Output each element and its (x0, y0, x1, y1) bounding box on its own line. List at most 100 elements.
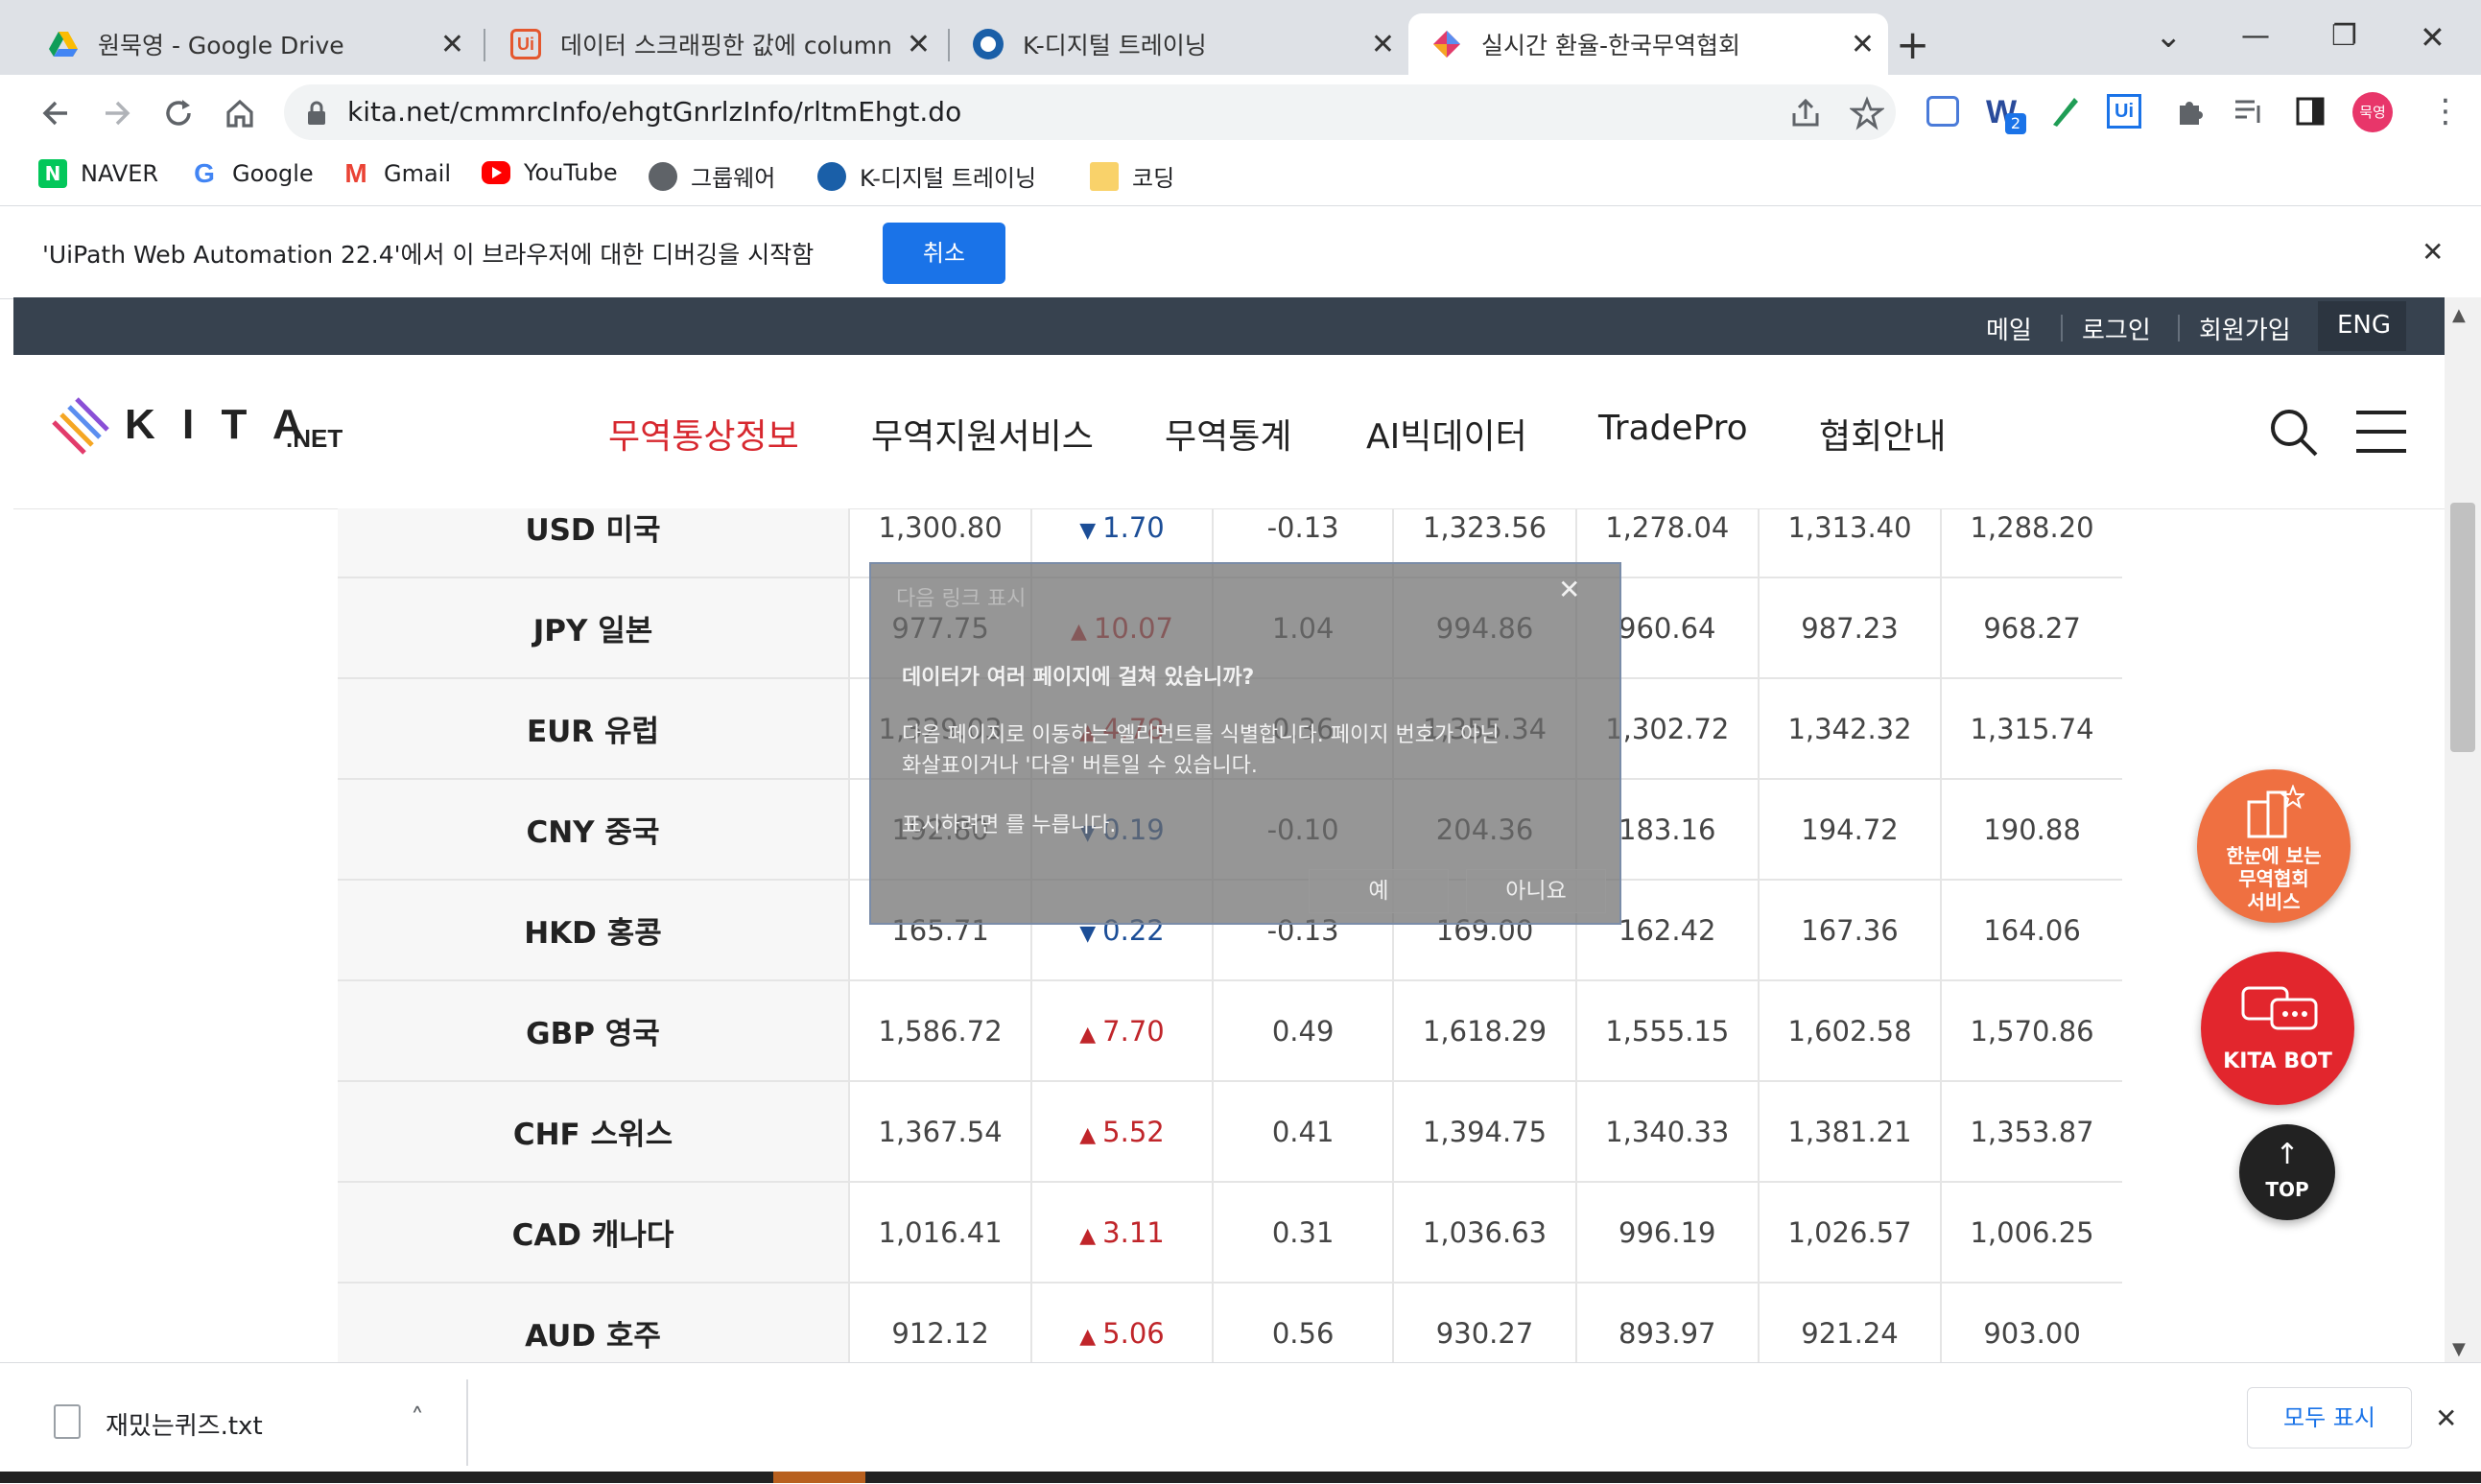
minimize-button[interactable]: — (2241, 19, 2270, 53)
taskbar-edge (0, 1472, 2481, 1483)
url-text[interactable]: kita.net/cmmrcInfo/ehgtGnrlzInfo/rltmEhg… (347, 96, 961, 128)
currency-cell: CAD 캐나다 (338, 1182, 849, 1284)
bookmark-naver[interactable]: N NAVER (38, 159, 158, 188)
dialog-body-line2: 화살표이거나 '다음' 버튼일 수 있습니다. (902, 754, 1258, 778)
chevron-up-icon[interactable]: ˄ (411, 1402, 424, 1434)
k-digital-icon (817, 161, 846, 191)
home-icon[interactable] (221, 94, 259, 132)
transfer-send-cell: 987.23 (1757, 577, 1942, 679)
triangle-down-icon: ▼ (1079, 921, 1103, 946)
change-cell: ▲ 5.52 (1030, 1081, 1213, 1183)
forward-icon[interactable] (98, 94, 136, 132)
bookmark-star-icon[interactable] (1850, 96, 1884, 130)
reading-list-icon[interactable] (2232, 96, 2266, 127)
new-tab-button[interactable]: + (1896, 21, 1929, 68)
kita-logo[interactable]: K I T A .NET (50, 393, 366, 460)
bookmark-youtube[interactable]: YouTube (482, 159, 618, 186)
scrollbar-thumb[interactable] (2450, 503, 2475, 752)
transfer-receive-cell: 968.27 (1940, 577, 2122, 679)
tab-separator (948, 29, 950, 61)
menu-ai-bigdata[interactable]: AI빅데이터 (1366, 409, 1527, 459)
window-close-button[interactable]: ✕ (2420, 19, 2446, 56)
util-login-link[interactable]: 로그인 (2082, 311, 2151, 346)
triangle-up-icon: ▲ (1079, 1324, 1103, 1349)
transfer-send-cell: 1,381.21 (1757, 1081, 1942, 1183)
bookmark-groupware[interactable]: 그룹웨어 (649, 159, 775, 193)
base-rate-cell: 1,367.54 (847, 1081, 1032, 1183)
building-star-icon (2247, 785, 2304, 838)
uipath-extension-icon[interactable]: Ui (2107, 94, 2141, 129)
close-download-bar-icon[interactable]: ✕ (2435, 1402, 2457, 1434)
currency-cell: HKD 홍콩 (338, 880, 849, 981)
search-icon[interactable] (2268, 407, 2320, 459)
transfer-receive-cell: 1,006.25 (1940, 1182, 2122, 1284)
google-drive-icon (49, 32, 78, 57)
restore-button[interactable]: ❐ (2331, 19, 2357, 53)
change-cell: ▲ 3.11 (1030, 1182, 1213, 1284)
puzzle-icon[interactable] (2172, 94, 2207, 129)
triangle-up-icon: ▲ (1079, 1223, 1103, 1248)
util-join-link[interactable]: 회원가입 (2199, 311, 2291, 346)
kita-logo-icon (52, 397, 109, 455)
side-panel-icon[interactable] (2295, 96, 2326, 127)
divider (2061, 315, 2063, 342)
triangle-down-icon: ▼ (1079, 518, 1103, 543)
tab-data-scraping[interactable]: Ui 데이터 스크래핑한 값에 column ✕ (487, 13, 944, 75)
kita-bot-button[interactable]: KITA BOT (2201, 952, 2354, 1105)
scroll-top-button[interactable]: ↑ TOP (2239, 1124, 2335, 1220)
close-icon[interactable]: ✕ (440, 28, 464, 61)
menu-trade-info[interactable]: 무역통상정보 (608, 409, 799, 459)
tab-search-button[interactable]: ⌄ (2155, 17, 2183, 56)
close-icon[interactable]: ✕ (1371, 28, 1395, 61)
util-eng-link[interactable]: ENG (2337, 311, 2391, 340)
base-rate-cell: 912.12 (847, 1283, 1032, 1362)
dialog-close-icon[interactable]: ✕ (1558, 574, 1580, 605)
dialog-yes-button[interactable]: 예 (1309, 869, 1449, 913)
cancel-debug-button[interactable]: 취소 (883, 223, 1005, 284)
menu-kebab-icon[interactable]: ⋮ (2429, 92, 2462, 130)
bookmark-folder-coding[interactable]: 코딩 (1090, 159, 1174, 193)
tab-k-digital[interactable]: K-디지털 트레이닝 ✕ (952, 13, 1408, 75)
bookmark-k-digital[interactable]: K-디지털 트레이닝 (817, 159, 1036, 193)
reload-icon[interactable] (159, 94, 198, 132)
util-mail-link[interactable]: 메일 (1986, 311, 2032, 346)
hamburger-menu-icon[interactable] (2354, 409, 2408, 455)
currency-cell: CHF 스위스 (338, 1081, 849, 1183)
change-cell: ▲ 5.06 (1030, 1283, 1213, 1362)
close-icon[interactable]: ✕ (1851, 28, 1875, 61)
share-icon[interactable] (1788, 96, 1823, 130)
currency-cell: USD 미국 (338, 508, 849, 578)
tab-title: 실시간 환율-한국무역협회 (1481, 32, 1740, 59)
chat-bubble-icon (2241, 986, 2318, 1030)
menu-tradepro[interactable]: TradePro (1598, 409, 1748, 448)
top-label: TOP (2265, 1178, 2309, 1201)
scroll-up-arrow[interactable]: ▲ (2452, 305, 2466, 325)
naver-icon: N (38, 159, 67, 188)
extension-icon[interactable] (1926, 96, 1959, 127)
pen-extension-icon[interactable] (2047, 94, 2082, 129)
tab-kita-exchange[interactable]: 실시간 환율-한국무역협회 ✕ (1408, 13, 1888, 75)
transfer-receive-cell: 1,315.74 (1940, 678, 2122, 780)
lock-icon[interactable] (305, 100, 328, 127)
menu-support-service[interactable]: 무역지원서비스 (871, 409, 1094, 459)
page-scrollbar[interactable] (2445, 297, 2481, 1362)
tab-google-drive[interactable]: 원묵영 - Google Drive ✕ (13, 13, 478, 75)
close-infobar-icon[interactable]: ✕ (2422, 236, 2444, 268)
dialog-body-line3: 표시하려면 를 누릅니다. (902, 813, 1117, 837)
back-icon[interactable] (36, 94, 75, 132)
tab-separator (484, 29, 485, 61)
bookmark-label: Gmail (384, 160, 452, 187)
service-overview-button[interactable]: 한눈에 보는 무역협회 서비스 (2197, 769, 2351, 923)
show-all-downloads-button[interactable]: 모두 표시 (2247, 1387, 2412, 1449)
bookmark-gmail[interactable]: M Gmail (342, 159, 451, 188)
close-icon[interactable]: ✕ (907, 28, 931, 61)
dialog-no-button[interactable]: 아니요 (1466, 869, 1606, 913)
menu-trade-stats[interactable]: 무역통계 (1165, 409, 1291, 459)
scroll-down-arrow[interactable]: ▼ (2452, 1339, 2466, 1359)
bookmark-google[interactable]: G Google (190, 159, 314, 188)
profile-avatar[interactable]: 묵영 (2352, 92, 2393, 132)
currency-cell: CNY 중국 (338, 779, 849, 881)
download-filename[interactable]: 재밌는퀴즈.txt (106, 1406, 263, 1442)
menu-about[interactable]: 협회안내 (1819, 409, 1946, 459)
transfer-receive-cell: 1,288.20 (1940, 508, 2122, 578)
